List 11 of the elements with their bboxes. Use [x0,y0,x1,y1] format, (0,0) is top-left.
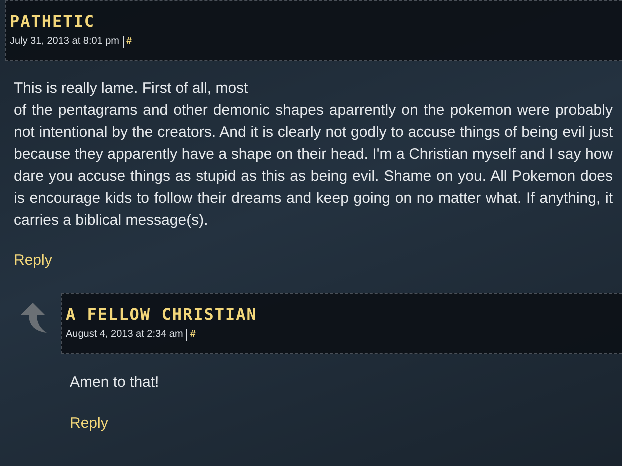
comment-text: Amen to that! [69,373,160,393]
reply-link[interactable]: Reply [70,414,108,434]
comment-date: August 4, 2013 at 2:34 am [66,328,184,342]
comment-author: PATHETIC [10,12,96,32]
comment-text: This is really lame. First of all, most of the pentagrams and other demonic shapes aparrently on the pokemon were probably not intentional by the creators. And it is clearly not godly to accuse things of being evil just because they apparently have a shape on their head. I'm a Christian myself and I say how dare you accuse things as stupid as this as being evil. Shame on you. All Pokemon does is encourage kids to follow their dreams and keep going on no matter what. If anything, it carries a biblical message(s). [13,79,614,231]
comment-date: July 31, 2013 at 8:01 pm [10,35,120,49]
comment-author: A FELLOW CHRISTIAN [66,305,258,325]
permalink[interactable]: # [190,328,196,342]
reply-link[interactable]: Reply [14,251,52,271]
reply-arrow-icon [21,303,49,333]
permalink[interactable]: # [126,35,132,49]
